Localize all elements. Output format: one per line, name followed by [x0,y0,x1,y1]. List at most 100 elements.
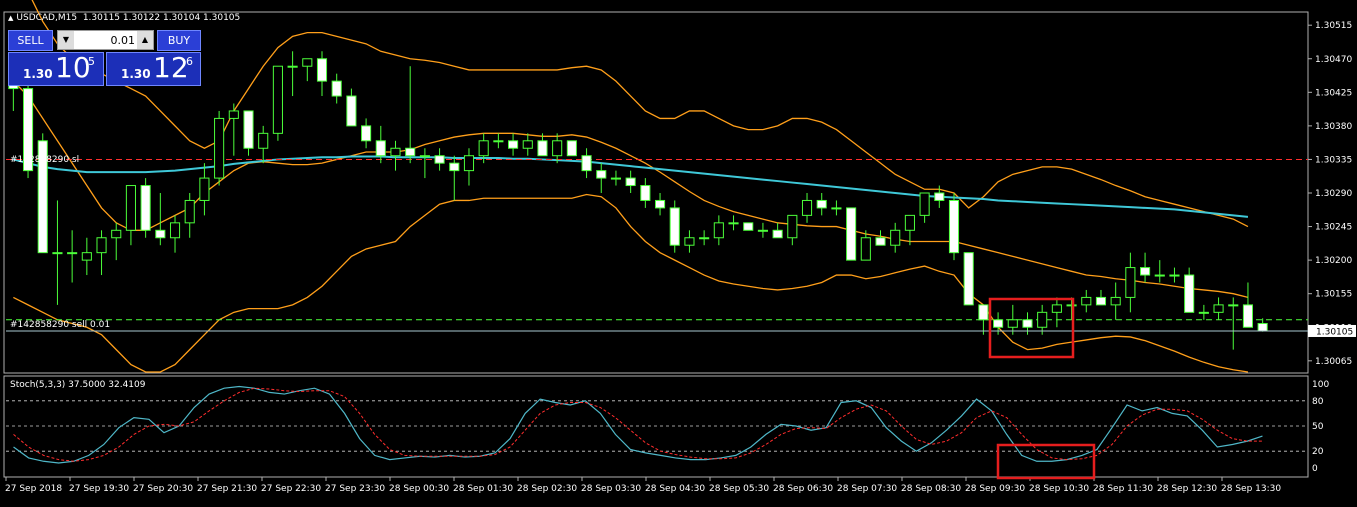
candle-bull [1037,311,1048,328]
time-tick-label: 28 Sep 08:30 [901,484,961,494]
symbol-timeframe: USDCAD,M15 [16,13,78,23]
time-tick-label: 27 Sep 23:30 [325,484,385,494]
candle-bear [1095,296,1107,306]
candle-bull [919,192,930,216]
candle-bear [993,319,1004,328]
candle-bear [434,155,445,164]
buy-button[interactable]: BUY [157,30,201,51]
candle-bear [331,80,342,97]
time-tick-label: 28 Sep 03:30 [581,484,641,494]
entry-order-label: #142858290 sell 0.01 [10,320,110,330]
time-tick-label: 28 Sep 01:30 [453,484,513,494]
candle-bull [1154,274,1165,277]
time-tick-label: 28 Sep 12:30 [1157,484,1217,494]
candle-bear [449,162,460,172]
lot-size-input[interactable] [75,31,135,49]
candle-bull [463,155,475,172]
candle-bull [728,222,739,225]
time-tick-label: 28 Sep 05:30 [709,484,769,494]
current-price-label: 1.30105 [1316,327,1353,337]
candle-bull [757,229,768,232]
candle-bear [596,170,607,179]
candle-bear [875,237,886,246]
lot-size-stepper[interactable]: ▼ ▲ [57,30,154,50]
candle-bear [405,147,416,157]
chart-canvas[interactable]: 1.305151.304701.304251.303801.303351.302… [0,0,1357,507]
candle-bull [478,140,489,157]
collapse-triangle-icon[interactable]: ▲ [8,14,13,22]
candle-bull [522,140,533,149]
candle-bull [199,177,210,201]
candle-bull [1169,274,1180,277]
candle-bull [390,147,401,157]
candle-bull [272,65,283,134]
buy-price-button[interactable]: 1.30 12 6 [106,51,201,86]
candle-bear [640,185,651,201]
buy-price-prefix: 1.30 [121,67,151,81]
sl-order-label: #142858290 sl [10,155,79,165]
candle-bull [125,185,136,231]
stoch-header: Stoch(5,3,3) 37.5000 32.4109 [10,380,146,390]
candle-bear [508,140,519,149]
candle-bull [184,199,195,224]
candle-bull [1110,296,1121,306]
time-tick-label: 27 Sep 19:30 [69,484,129,494]
one-click-trading-panel: SELL ▼ ▲ BUY 1.30 10 5 1.30 12 6 [8,30,201,86]
sell-price-button[interactable]: 1.30 10 5 [8,51,104,86]
lot-increase-icon[interactable]: ▲ [137,31,153,49]
price-tick-label: 1.30290 [1315,189,1352,199]
price-tick-label: 1.30425 [1315,88,1352,98]
candle-bear [934,192,945,201]
candle-bear [978,304,989,321]
price-tick-label: 1.30470 [1315,55,1352,65]
candle-bear [669,207,680,246]
candle-bear [375,140,386,157]
candle-bear [846,207,857,261]
time-tick-label: 28 Sep 00:30 [389,484,449,494]
candle-bull [81,252,92,261]
stoch-tick-label: 100 [1312,380,1329,390]
price-tick-label: 1.30155 [1315,290,1352,300]
candle-bear [772,229,783,239]
candle-bull [1051,304,1062,313]
candle-bear [316,58,328,82]
time-tick-label: 27 Sep 2018 [5,484,62,494]
candle-bull [831,207,842,210]
time-tick-label: 28 Sep 02:30 [517,484,577,494]
candle-bull [169,222,181,239]
time-tick-label: 27 Sep 22:30 [261,484,321,494]
candle-bull [684,237,695,246]
buy-price-big: 12 [153,51,189,84]
candle-bull [419,155,430,158]
sell-price-prefix: 1.30 [23,67,53,81]
candle-bull [904,214,915,231]
ohlc-values: 1.30115 1.30122 1.30104 1.30105 [82,13,241,23]
chart-background [0,0,1357,507]
price-tick-label: 1.30200 [1315,256,1352,266]
candle-bear [537,140,548,157]
price-tick-label: 1.30380 [1315,122,1352,132]
lot-decrease-icon[interactable]: ▼ [58,31,74,49]
sell-price-sup: 5 [88,55,95,68]
candle-bull [493,140,504,143]
candle-bear [140,185,151,231]
candle-bull [1007,319,1018,328]
price-tick-label: 1.30245 [1315,223,1352,233]
stoch-tick-label: 20 [1312,447,1324,457]
candle-bear [948,199,960,254]
time-tick-label: 27 Sep 21:30 [197,484,257,494]
sell-button[interactable]: SELL [8,30,53,51]
candle-bull [801,199,813,216]
candle-bear [1242,304,1254,328]
time-tick-label: 27 Sep 20:30 [133,484,193,494]
candle-bear [1140,267,1151,276]
candle-bear [581,155,592,172]
candle-bear [963,252,974,306]
symbol-header: ▲ USDCAD,M15 1.30115 1.30122 1.30104 1.30… [8,13,240,23]
buy-price-sup: 6 [186,55,193,68]
candle-bear [625,177,636,187]
candle-bull [96,237,107,254]
candle-bull [67,252,78,255]
price-tick-label: 1.30065 [1315,357,1352,367]
time-tick-label: 28 Sep 07:30 [837,484,897,494]
